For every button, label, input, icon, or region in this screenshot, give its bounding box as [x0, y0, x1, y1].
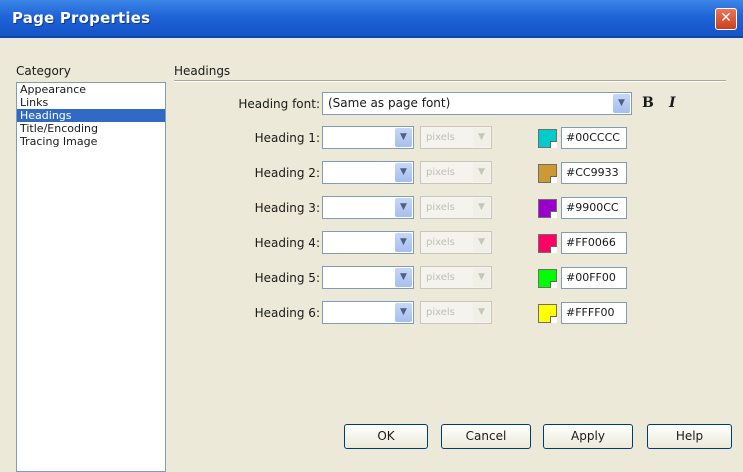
- heading-5-color-swatch[interactable]: [538, 269, 557, 288]
- window-title: Page Properties: [12, 9, 151, 27]
- heading-5-label: Heading 5:: [254, 271, 320, 285]
- heading-font-label: Heading font:: [238, 97, 320, 111]
- ok-button[interactable]: OK: [344, 424, 428, 449]
- close-button[interactable]: ✕: [715, 8, 737, 30]
- heading-4-size-select[interactable]: ▼: [322, 231, 414, 254]
- dialog-content: Category Appearance Links Headings Title…: [0, 40, 743, 472]
- chevron-down-icon: ▼: [395, 198, 412, 217]
- heading-3-color-swatch[interactable]: [538, 199, 557, 218]
- heading-5-color-input[interactable]: #00FF00: [561, 267, 627, 289]
- heading-2-color-input[interactable]: #CC9933: [561, 162, 627, 184]
- category-item-appearance[interactable]: Appearance: [17, 83, 165, 96]
- color-picker-icon: [550, 316, 557, 323]
- category-item-links[interactable]: Links: [17, 96, 165, 109]
- color-picker-icon: [550, 141, 557, 148]
- heading-2-unit-select[interactable]: pixels ▼: [420, 161, 492, 184]
- heading-4-unit-value: pixels: [426, 237, 455, 248]
- title-bar[interactable]: Page Properties ✕: [0, 0, 743, 38]
- category-item-tracing-image[interactable]: Tracing Image: [17, 135, 165, 148]
- color-picker-icon: [550, 246, 557, 253]
- heading-font-select[interactable]: (Same as page font) ▼: [322, 92, 632, 115]
- color-picker-icon: [550, 211, 557, 218]
- apply-button[interactable]: Apply: [543, 424, 633, 449]
- section-divider: [174, 80, 726, 82]
- cancel-button[interactable]: Cancel: [441, 424, 531, 449]
- heading-6-unit-select[interactable]: pixels ▼: [420, 301, 492, 324]
- heading-2-size-select[interactable]: ▼: [322, 161, 414, 184]
- heading-3-unit-value: pixels: [426, 202, 455, 213]
- heading-5-size-select[interactable]: ▼: [322, 266, 414, 289]
- heading-2-label: Heading 2:: [254, 166, 320, 180]
- chevron-down-icon: ▼: [395, 128, 412, 147]
- heading-4-color-swatch[interactable]: [538, 234, 557, 253]
- color-picker-icon: [550, 176, 557, 183]
- section-title: Headings: [174, 64, 231, 78]
- heading-3-label: Heading 3:: [254, 201, 320, 215]
- heading-4-color-input[interactable]: #FF0066: [561, 232, 627, 254]
- heading-4-unit-select[interactable]: pixels ▼: [420, 231, 492, 254]
- heading-1-color-input[interactable]: #00CCCC: [561, 127, 627, 149]
- heading-4-label: Heading 4:: [254, 236, 320, 250]
- heading-6-color-swatch[interactable]: [538, 304, 557, 323]
- heading-6-color-input[interactable]: #FFFF00: [561, 302, 627, 324]
- chevron-down-icon: ▼: [395, 268, 412, 287]
- chevron-down-icon: ▼: [395, 233, 412, 252]
- heading-5-unit-select[interactable]: pixels ▼: [420, 266, 492, 289]
- chevron-down-icon: ▼: [473, 303, 490, 322]
- heading-1-label: Heading 1:: [254, 131, 320, 145]
- heading-2-unit-value: pixels: [426, 167, 455, 178]
- category-list[interactable]: Appearance Links Headings Title/Encoding…: [16, 82, 166, 472]
- bold-button[interactable]: B: [642, 95, 654, 111]
- heading-6-size-select[interactable]: ▼: [322, 301, 414, 324]
- chevron-down-icon: ▼: [395, 163, 412, 182]
- help-button[interactable]: Help: [647, 424, 732, 449]
- heading-1-unit-value: pixels: [426, 132, 455, 143]
- chevron-down-icon: ▼: [395, 303, 412, 322]
- close-icon: ✕: [720, 10, 732, 26]
- page-properties-dialog: Page Properties ✕ Category Appearance Li…: [0, 0, 743, 472]
- chevron-down-icon: ▼: [473, 198, 490, 217]
- heading-font-value: (Same as page font): [328, 96, 451, 110]
- heading-3-color-input[interactable]: #9900CC: [561, 197, 627, 219]
- heading-1-size-select[interactable]: ▼: [322, 126, 414, 149]
- italic-button[interactable]: I: [669, 95, 676, 111]
- chevron-down-icon: ▼: [473, 128, 490, 147]
- heading-5-unit-value: pixels: [426, 272, 455, 283]
- heading-6-label: Heading 6:: [254, 306, 320, 320]
- heading-6-unit-value: pixels: [426, 307, 455, 318]
- heading-2-color-swatch[interactable]: [538, 164, 557, 183]
- chevron-down-icon: ▼: [473, 233, 490, 252]
- category-label: Category: [16, 64, 71, 78]
- heading-1-color-swatch[interactable]: [538, 129, 557, 148]
- heading-3-unit-select[interactable]: pixels ▼: [420, 196, 492, 219]
- category-item-headings[interactable]: Headings: [17, 109, 165, 122]
- chevron-down-icon: ▼: [613, 94, 630, 113]
- heading-3-size-select[interactable]: ▼: [322, 196, 414, 219]
- chevron-down-icon: ▼: [473, 268, 490, 287]
- heading-1-unit-select[interactable]: pixels ▼: [420, 126, 492, 149]
- chevron-down-icon: ▼: [473, 163, 490, 182]
- category-item-title-encoding[interactable]: Title/Encoding: [17, 122, 165, 135]
- color-picker-icon: [550, 281, 557, 288]
